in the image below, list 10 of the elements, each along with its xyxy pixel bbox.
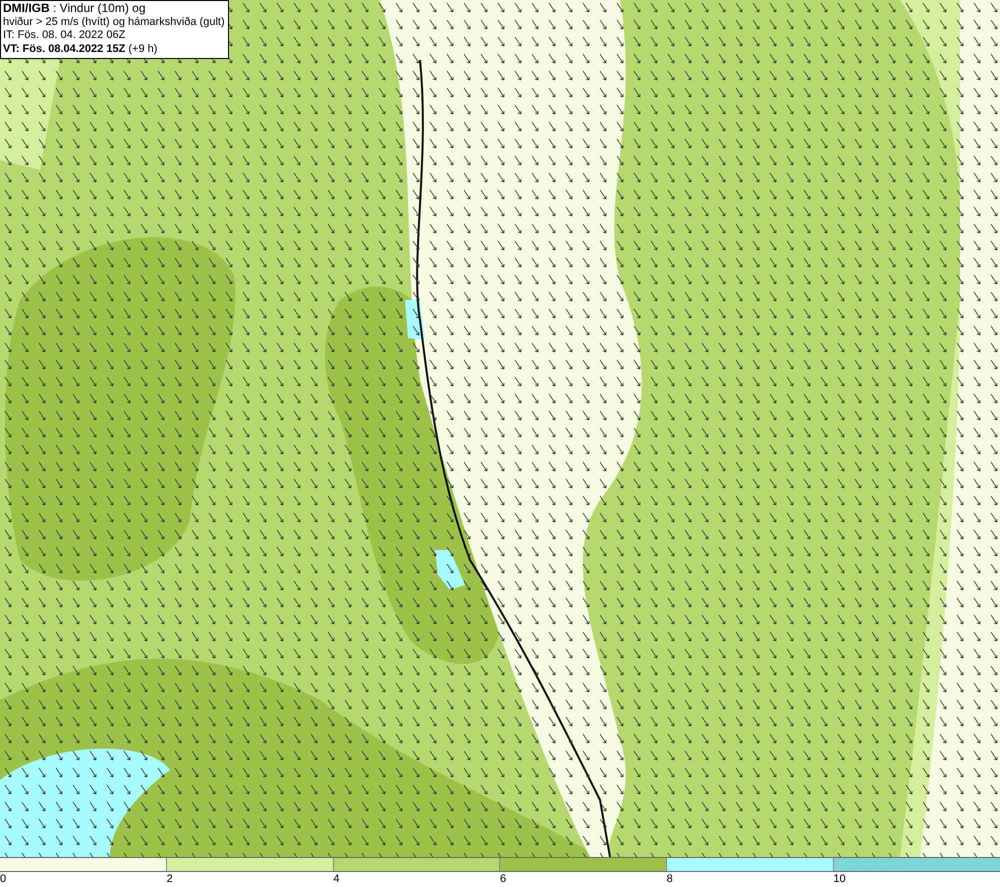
scale-label: 8 xyxy=(666,872,673,887)
info-text: VT: Fös. 08.04.2022 15Z (+9 h) xyxy=(3,42,158,56)
scale-label: 4 xyxy=(333,872,340,887)
scale-label: 0 xyxy=(0,872,6,887)
scale-label: 6 xyxy=(500,872,506,887)
info-text: DMI/IGB : Vindur (10m) og xyxy=(3,2,146,16)
scale-label: 10 xyxy=(833,872,846,887)
info-text: IT: Fös. 08. 04. 2022 06Z xyxy=(3,29,126,42)
scale-label: 2 xyxy=(166,872,173,887)
info-text: hviður > 25 m/s (hvítt) og hámarkshviða (gult) xyxy=(3,16,225,29)
